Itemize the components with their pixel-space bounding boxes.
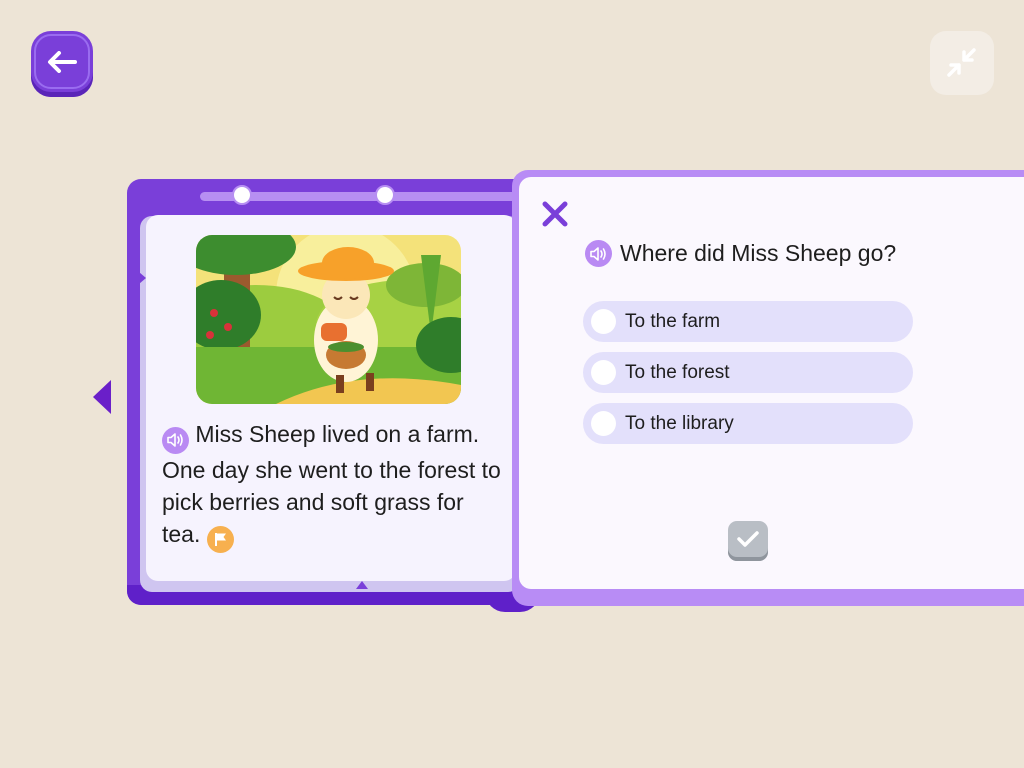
close-quiz-button[interactable] — [540, 199, 570, 229]
collapse-arrows-icon — [947, 48, 976, 77]
page-notch — [356, 581, 368, 589]
speaker-icon — [590, 246, 606, 261]
flag-button[interactable] — [206, 525, 234, 553]
story-text-block: Miss Sheep lived on a farm. One day she … — [162, 418, 507, 553]
question-text: Where did Miss Sheep go? — [620, 240, 897, 266]
question-row: Where did Miss Sheep go? — [585, 240, 896, 267]
caret-left-icon — [93, 380, 111, 414]
checkmark-icon — [737, 531, 759, 547]
answer-option[interactable]: To the farm — [583, 301, 913, 342]
radio-button[interactable] — [591, 309, 616, 334]
answer-option[interactable]: To the forest — [583, 352, 913, 393]
page-notch — [139, 272, 146, 284]
progress-step — [375, 185, 395, 205]
read-question-button[interactable] — [585, 240, 612, 267]
speaker-icon — [167, 433, 183, 447]
answer-option[interactable]: To the library — [583, 403, 913, 444]
read-aloud-button[interactable] — [162, 426, 189, 454]
submit-answer-button[interactable] — [728, 521, 768, 561]
answer-label: To the farm — [625, 310, 721, 332]
answer-label: To the library — [625, 412, 734, 434]
collapse-button[interactable] — [930, 31, 994, 95]
close-icon — [542, 201, 568, 227]
back-button[interactable] — [31, 31, 93, 97]
answer-label: To the forest — [625, 361, 730, 383]
flag-icon — [214, 532, 226, 546]
arrow-left-icon — [48, 51, 77, 73]
progress-step — [232, 185, 252, 205]
story-illustration — [196, 235, 461, 404]
radio-button[interactable] — [591, 411, 616, 436]
previous-page-button[interactable] — [90, 378, 114, 416]
radio-button[interactable] — [591, 360, 616, 385]
